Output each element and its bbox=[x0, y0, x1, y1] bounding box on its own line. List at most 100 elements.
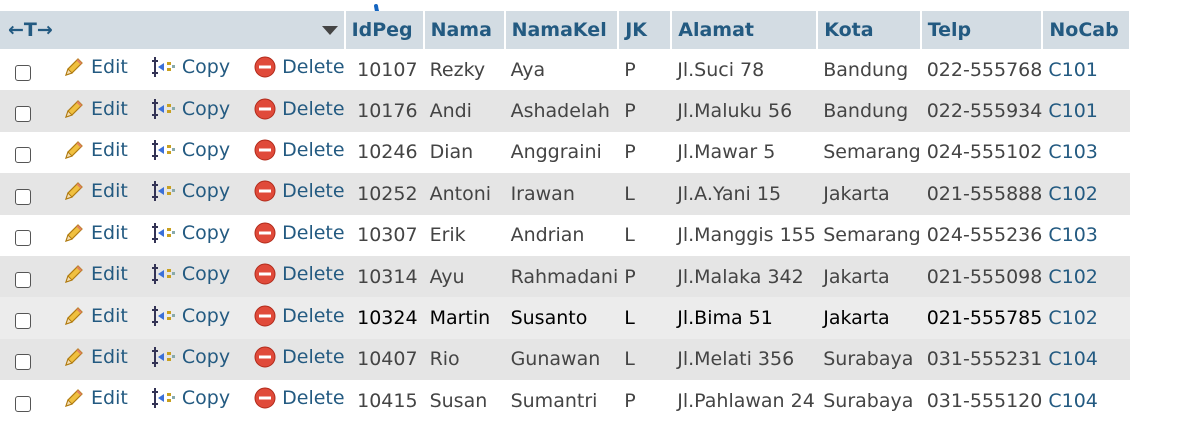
copy-link[interactable]: Copy bbox=[151, 387, 230, 409]
row-checkbox[interactable] bbox=[15, 188, 31, 205]
delete-label[interactable]: Delete bbox=[282, 222, 344, 244]
header-kota[interactable]: Kota bbox=[817, 11, 922, 49]
delete-label[interactable]: Delete bbox=[282, 346, 344, 368]
delete-link[interactable]: Delete bbox=[254, 180, 345, 202]
edit-link[interactable]: Edit bbox=[63, 222, 128, 244]
copy-link[interactable]: Copy bbox=[151, 263, 230, 285]
copy-label[interactable]: Copy bbox=[182, 98, 230, 120]
pencil-icon bbox=[65, 99, 83, 118]
delete-link[interactable]: Delete bbox=[254, 346, 345, 368]
cell-idpeg: 10314 bbox=[344, 255, 424, 298]
header-jk[interactable]: JK bbox=[618, 11, 673, 49]
header-nama[interactable]: Nama bbox=[423, 11, 506, 49]
copy-link[interactable]: Copy bbox=[151, 139, 230, 161]
edit-label[interactable]: Edit bbox=[91, 263, 128, 285]
edit-link[interactable]: Edit bbox=[63, 305, 128, 327]
copy-label[interactable]: Copy bbox=[182, 387, 230, 409]
row-checkbox[interactable] bbox=[15, 271, 31, 288]
copy-link[interactable]: Copy bbox=[151, 56, 230, 78]
delete-icon bbox=[254, 180, 276, 202]
edit-label[interactable]: Edit bbox=[91, 98, 128, 120]
copy-link[interactable]: Copy bbox=[151, 98, 230, 120]
delete-label[interactable]: Delete bbox=[282, 305, 344, 327]
delete-label[interactable]: Delete bbox=[282, 139, 344, 161]
cell-kota: Jakarta bbox=[817, 173, 921, 215]
edit-label[interactable]: Edit bbox=[91, 139, 128, 161]
copy-insert-icon bbox=[151, 57, 175, 78]
edit-link[interactable]: Edit bbox=[63, 346, 128, 368]
cell-kota: Surabaya bbox=[817, 380, 921, 422]
cell-nocab[interactable]: C103 bbox=[1042, 131, 1131, 174]
row-checkbox[interactable] bbox=[15, 354, 31, 371]
table-row: Edit Copy Delete bbox=[0, 297, 1131, 339]
cell-nocab[interactable]: C102 bbox=[1042, 173, 1131, 215]
copy-label[interactable]: Copy bbox=[182, 263, 230, 285]
edit-link[interactable]: Edit bbox=[63, 98, 128, 120]
delete-link[interactable]: Delete bbox=[254, 305, 345, 327]
header-idpeg[interactable]: IdPeg bbox=[344, 11, 425, 49]
edit-label[interactable]: Edit bbox=[91, 56, 128, 78]
row-checkbox[interactable] bbox=[15, 230, 31, 247]
header-alamat[interactable]: Alamat bbox=[671, 11, 819, 49]
cell-telp: 022-555768 bbox=[920, 49, 1043, 91]
header-telp[interactable]: Telp bbox=[920, 11, 1044, 49]
edit-label[interactable]: Edit bbox=[91, 346, 128, 368]
delete-icon bbox=[254, 139, 276, 161]
copy-link[interactable]: Copy bbox=[151, 180, 230, 202]
edit-link[interactable]: Edit bbox=[63, 387, 128, 409]
sort-dropdown-icon[interactable] bbox=[321, 26, 338, 35]
copy-label[interactable]: Copy bbox=[182, 222, 230, 244]
copy-label[interactable]: Copy bbox=[182, 346, 230, 368]
copy-link[interactable]: Copy bbox=[151, 305, 230, 327]
column-arrows[interactable]: ←T→ bbox=[8, 19, 53, 41]
cell-nocab[interactable]: C104 bbox=[1042, 338, 1131, 381]
cell-namakel: Susanto bbox=[504, 297, 619, 339]
delete-link[interactable]: Delete bbox=[254, 222, 345, 244]
copy-label[interactable]: Copy bbox=[182, 56, 230, 78]
row-actions-cell: Edit Copy Delete bbox=[0, 131, 345, 174]
row-actions-cell: Edit Copy Delete bbox=[0, 380, 345, 422]
row-checkbox[interactable] bbox=[15, 64, 31, 81]
delete-icon bbox=[254, 263, 276, 285]
delete-link[interactable]: Delete bbox=[254, 387, 345, 409]
cell-nocab[interactable]: C103 bbox=[1042, 214, 1131, 256]
cell-nocab[interactable]: C101 bbox=[1042, 90, 1131, 132]
delete-link[interactable]: Delete bbox=[254, 263, 345, 285]
cell-namakel: Rahmadani bbox=[504, 255, 619, 298]
copy-link[interactable]: Copy bbox=[151, 222, 230, 244]
delete-label[interactable]: Delete bbox=[282, 180, 344, 202]
delete-label[interactable]: Delete bbox=[282, 56, 344, 78]
cell-namakel: Gunawan bbox=[504, 338, 619, 381]
delete-link[interactable]: Delete bbox=[254, 139, 345, 161]
edit-link[interactable]: Edit bbox=[63, 180, 128, 202]
delete-link[interactable]: Delete bbox=[254, 98, 345, 120]
cell-nocab[interactable]: C104 bbox=[1042, 380, 1131, 422]
row-checkbox[interactable] bbox=[15, 395, 31, 412]
header-nocab[interactable]: NoCab bbox=[1042, 11, 1132, 49]
edit-link[interactable]: Edit bbox=[63, 263, 128, 285]
edit-link[interactable]: Edit bbox=[63, 139, 128, 161]
copy-link[interactable]: Copy bbox=[151, 346, 230, 368]
edit-label[interactable]: Edit bbox=[91, 222, 128, 244]
row-checkbox[interactable] bbox=[15, 106, 31, 123]
row-checkbox[interactable] bbox=[15, 147, 31, 164]
delete-label[interactable]: Delete bbox=[282, 387, 344, 409]
cell-namakel: Andrian bbox=[504, 214, 619, 256]
copy-label[interactable]: Copy bbox=[182, 305, 230, 327]
cell-nocab[interactable]: C102 bbox=[1042, 297, 1131, 339]
edit-label[interactable]: Edit bbox=[91, 305, 128, 327]
delete-link[interactable]: Delete bbox=[254, 56, 345, 78]
row-checkbox[interactable] bbox=[15, 313, 31, 330]
copy-label[interactable]: Copy bbox=[182, 139, 230, 161]
delete-label[interactable]: Delete bbox=[282, 263, 344, 285]
column-arrows-header[interactable]: ←T→ bbox=[0, 11, 346, 49]
edit-label[interactable]: Edit bbox=[91, 387, 128, 409]
cell-nocab[interactable]: C102 bbox=[1042, 255, 1131, 298]
edit-link[interactable]: Edit bbox=[63, 56, 128, 78]
delete-label[interactable]: Delete bbox=[282, 98, 344, 120]
copy-label[interactable]: Copy bbox=[182, 180, 230, 202]
edit-label[interactable]: Edit bbox=[91, 180, 128, 202]
cell-nocab[interactable]: C101 bbox=[1042, 49, 1131, 91]
cell-idpeg: 10252 bbox=[344, 173, 424, 215]
header-namakel[interactable]: NamaKel bbox=[504, 11, 620, 49]
